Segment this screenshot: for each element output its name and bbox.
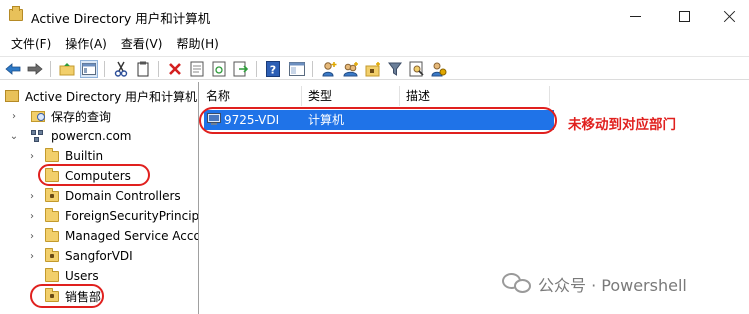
toolbar: ?	[0, 56, 749, 80]
properties-icon[interactable]	[188, 60, 206, 78]
list-item-computer[interactable]: 9725-VDI 计算机	[204, 110, 554, 130]
menu-bar: 文件(F) 操作(A) 查看(V) 帮助(H)	[0, 32, 749, 54]
help-icon[interactable]: ?	[264, 60, 282, 78]
menu-action[interactable]: 操作(A)	[58, 35, 114, 52]
wechat-icon	[502, 273, 532, 295]
ou-folder-icon	[45, 187, 59, 202]
tree-item-label: ForeignSecurityPrincipals	[65, 209, 199, 223]
ou-folder-icon	[45, 247, 59, 262]
computer-name: 9725-VDI	[224, 113, 280, 127]
minimize-button[interactable]	[612, 0, 658, 32]
title-bar: Active Directory 用户和计算机	[0, 0, 749, 32]
expand-arrow-icon[interactable]: ›	[27, 211, 37, 222]
tree-item-foreign-security-principals[interactable]: › ForeignSecurityPrincipals	[27, 206, 199, 226]
collapse-arrow-icon[interactable]: ⌄	[9, 131, 19, 142]
column-header-name[interactable]: 名称	[200, 86, 302, 106]
tree-item-label: 保存的查询	[51, 109, 112, 124]
expand-arrow-icon[interactable]: ›	[27, 191, 37, 202]
add-ou-icon[interactable]	[364, 60, 382, 78]
ou-folder-icon	[45, 287, 59, 302]
aduc-root-icon	[5, 90, 19, 102]
saved-queries-icon	[31, 110, 45, 122]
window-title: Active Directory 用户和计算机	[31, 11, 211, 26]
list-header: 名称 类型 描述	[200, 86, 749, 106]
show-tree-icon[interactable]	[80, 60, 98, 78]
tree-item-label: Computers	[65, 169, 131, 183]
folder-icon	[45, 207, 59, 222]
column-header-type[interactable]: 类型	[302, 86, 400, 106]
expand-arrow-icon[interactable]: ›	[27, 231, 37, 242]
maximize-icon	[678, 10, 690, 22]
maximize-button[interactable]	[661, 0, 707, 32]
expand-arrow-icon[interactable]: ›	[27, 251, 37, 262]
domain-icon	[31, 129, 45, 143]
menu-help[interactable]: 帮助(H)	[169, 35, 225, 52]
tree-item-label: powercn.com	[51, 129, 132, 143]
tree-item-domain[interactable]: ⌄ powercn.com	[9, 126, 132, 146]
back-icon[interactable]	[4, 60, 22, 78]
console-tree[interactable]: Active Directory 用户和计算机 › 保存的查询 ⌄ powerc…	[0, 82, 199, 314]
tree-item-computers[interactable]: Computers	[27, 166, 131, 186]
menu-file[interactable]: 文件(F)	[4, 35, 58, 52]
annotation-text: 未移动到对应部门	[568, 117, 676, 133]
close-button[interactable]	[706, 0, 749, 32]
delete-icon[interactable]	[166, 60, 184, 78]
add-group-icon[interactable]	[342, 60, 360, 78]
tree-item-label: Managed Service Accounts	[65, 229, 199, 243]
refresh-icon[interactable]	[210, 60, 228, 78]
console-icon[interactable]	[288, 60, 306, 78]
tree-item-sales-dept[interactable]: 销售部	[27, 286, 101, 306]
tree-item-sangforvdi[interactable]: › SangforVDI	[27, 246, 133, 266]
computer-icon	[207, 113, 221, 125]
tree-item-label: SangforVDI	[65, 249, 133, 263]
add-user-icon[interactable]	[320, 60, 338, 78]
export-icon[interactable]	[232, 60, 250, 78]
column-header-description[interactable]: 描述	[400, 86, 550, 106]
cut-icon[interactable]	[112, 60, 130, 78]
details-pane[interactable]: 名称 类型 描述 9725-VDI 计算机 未移动到对应部门 公众号 · Pow…	[199, 82, 749, 314]
tree-item-builtin[interactable]: › Builtin	[27, 146, 103, 166]
folder-icon	[45, 227, 59, 242]
tree-item-domain-controllers[interactable]: › Domain Controllers	[27, 186, 181, 206]
watermark-text: 公众号 · Powershell	[538, 276, 687, 295]
delegate-icon[interactable]	[430, 60, 448, 78]
tree-root[interactable]: Active Directory 用户和计算机	[5, 86, 197, 106]
forward-icon[interactable]	[26, 60, 44, 78]
up-folder-icon[interactable]	[58, 60, 76, 78]
find-icon[interactable]	[408, 60, 426, 78]
close-icon	[723, 10, 736, 23]
svg-text:?: ?	[270, 64, 276, 77]
tree-item-label: Users	[65, 269, 99, 283]
folder-icon	[45, 167, 59, 182]
expand-arrow-icon[interactable]: ›	[9, 111, 19, 122]
tree-root-label: Active Directory 用户和计算机	[25, 89, 198, 104]
tree-item-users[interactable]: Users	[27, 266, 99, 286]
copy-icon[interactable]	[134, 60, 152, 78]
computer-type: 计算机	[308, 113, 345, 127]
menu-view[interactable]: 查看(V)	[114, 35, 170, 52]
tree-item-saved-queries[interactable]: › 保存的查询	[9, 106, 111, 126]
tree-item-managed-service-accounts[interactable]: › Managed Service Accounts	[27, 226, 199, 246]
folder-icon	[45, 267, 59, 282]
tree-item-label: Domain Controllers	[65, 189, 181, 203]
aduc-app-icon	[9, 6, 23, 21]
folder-icon	[45, 147, 59, 162]
tree-item-label: 销售部	[65, 289, 102, 304]
expand-arrow-icon[interactable]: ›	[27, 151, 37, 162]
watermark: 公众号 · Powershell	[502, 272, 687, 296]
tree-item-label: Builtin	[65, 149, 104, 163]
minimize-icon	[629, 15, 641, 17]
filter-icon[interactable]	[386, 60, 404, 78]
